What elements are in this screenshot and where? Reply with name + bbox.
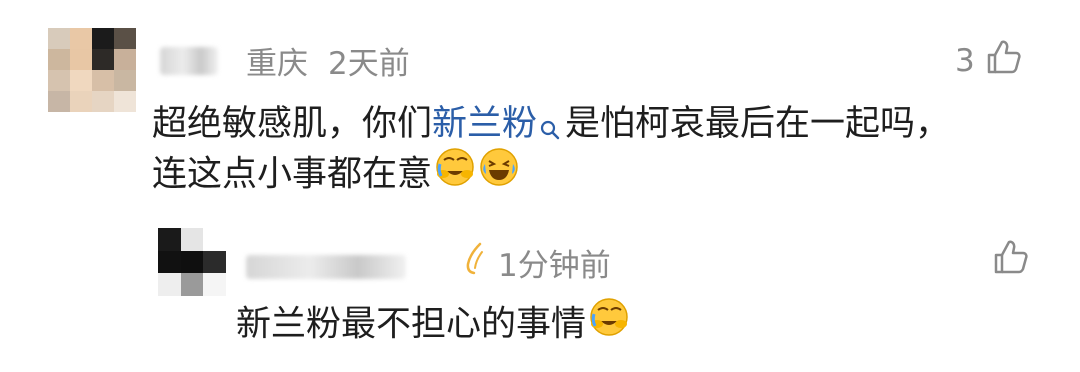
thumbs-up-icon bbox=[985, 38, 1023, 84]
reply-time: 1分钟前 bbox=[498, 248, 611, 284]
reply-meta: 1分钟前 bbox=[246, 240, 611, 285]
topic-link[interactable]: 新兰粉 bbox=[432, 104, 537, 144]
comment-text-line2-content: 连这点小事都在意 bbox=[152, 154, 433, 195]
comment-location: 重庆 bbox=[246, 46, 308, 82]
laughing-tears-emoji bbox=[478, 146, 520, 205]
search-icon bbox=[539, 102, 561, 158]
face-with-tears-covering-eyes-emoji bbox=[434, 146, 476, 205]
comment-text-part2: 是怕柯哀最后在一起吗， bbox=[565, 104, 951, 144]
comment-time: 2天前 bbox=[328, 46, 410, 82]
replier-avatar[interactable] bbox=[158, 228, 226, 296]
commenter-avatar[interactable] bbox=[48, 28, 136, 112]
comment-text-line2: 连这点小事都在意 bbox=[152, 146, 520, 205]
comment-like-button[interactable]: 3 bbox=[955, 38, 1023, 84]
reply-username-blurred[interactable] bbox=[246, 254, 406, 279]
reply-text: 新兰粉最不担心的事情 bbox=[236, 304, 587, 345]
lightning-badge-icon bbox=[462, 242, 488, 284]
comment-text-part1: 超绝敏感肌，你们 bbox=[152, 104, 433, 144]
face-with-tears-covering-eyes-emoji bbox=[588, 296, 630, 355]
reply-text-line: 新兰粉最不担心的事情 bbox=[236, 296, 630, 355]
comment-meta: 重庆 2天前 bbox=[160, 38, 410, 83]
like-count: 3 bbox=[955, 43, 975, 79]
thumbs-up-icon bbox=[992, 238, 1030, 284]
reply-like-button[interactable] bbox=[992, 238, 1030, 284]
username-blurred[interactable] bbox=[160, 46, 218, 75]
